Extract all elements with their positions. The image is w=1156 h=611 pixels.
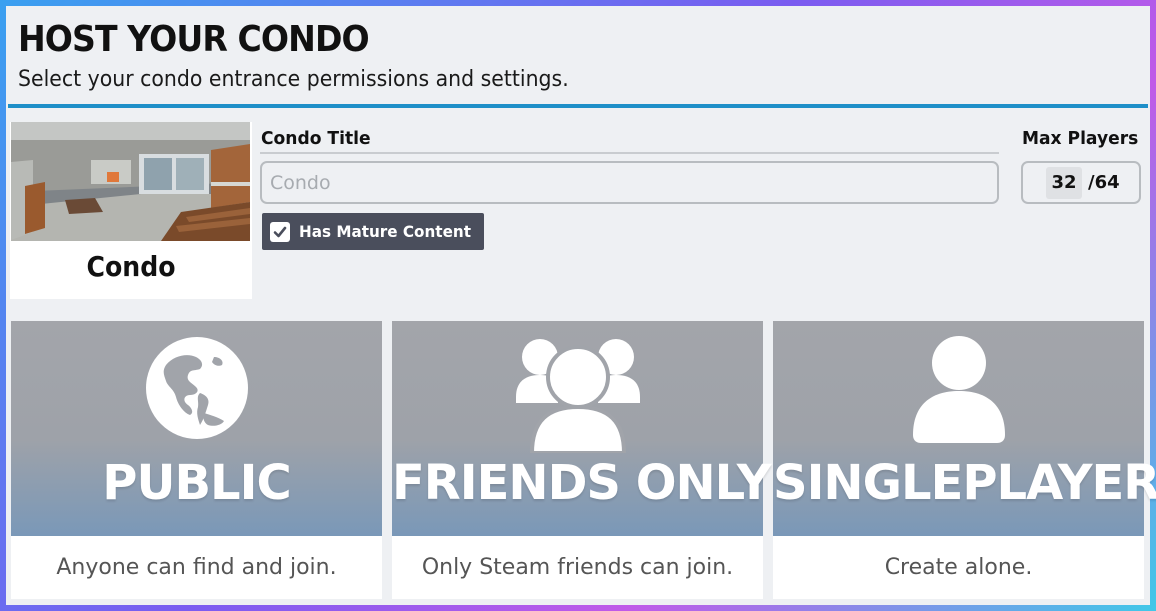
condo-title-label: Condo Title xyxy=(261,128,371,149)
mode-desc-singleplayer: Create alone. xyxy=(884,555,1033,580)
max-players-field[interactable]: 32 /64 xyxy=(1021,161,1141,204)
mature-content-checkbox[interactable] xyxy=(270,221,290,242)
max-players-value[interactable]: 32 xyxy=(1046,166,1082,199)
page-title: HOST YOUR CONDO xyxy=(18,19,370,60)
checkmark-icon xyxy=(273,226,287,237)
mature-content-label: Has Mature Content xyxy=(299,222,471,241)
max-players-label: Max Players xyxy=(1022,128,1139,149)
mode-card-banner: SINGLEPLAYER xyxy=(773,321,1156,536)
mode-card-banner: FRIENDS ONLY xyxy=(392,321,772,536)
mode-card-singleplayer[interactable]: SINGLEPLAYER Create alone. xyxy=(773,321,1156,599)
mode-title-singleplayer: SINGLEPLAYER xyxy=(773,455,1156,511)
mature-content-toggle[interactable]: Has Mature Content xyxy=(262,213,484,250)
friends-icon xyxy=(515,339,640,453)
user-icon xyxy=(912,336,1005,443)
globe-icon xyxy=(145,337,248,439)
header: HOST YOUR CONDO Select your condo entran… xyxy=(6,6,1150,108)
condo-name: Condo xyxy=(86,250,176,283)
condo-title-divider xyxy=(260,152,999,154)
header-divider xyxy=(8,104,1148,108)
mode-title-friends-only: FRIENDS ONLY xyxy=(392,455,772,511)
mode-title-public: PUBLIC xyxy=(102,455,291,511)
mode-card-friends-only[interactable]: FRIENDS ONLY Only Steam friends can join… xyxy=(392,321,772,599)
mode-card-banner: PUBLIC xyxy=(11,321,382,536)
host-condo-window: HOST YOUR CONDO Select your condo entran… xyxy=(6,6,1156,605)
page-subtitle: Select your condo entrance permissions a… xyxy=(18,67,569,92)
mode-desc-friends-only: Only Steam friends can join. xyxy=(421,555,734,580)
mode-desc-public: Anyone can find and join. xyxy=(56,555,337,580)
condo-title-input[interactable] xyxy=(260,161,999,204)
max-players-total: /64 xyxy=(1088,172,1120,193)
condo-thumbnail xyxy=(11,122,250,241)
mode-card-public[interactable]: PUBLIC Anyone can find and join. xyxy=(11,321,382,599)
condo-preview-card: Condo xyxy=(10,122,252,299)
